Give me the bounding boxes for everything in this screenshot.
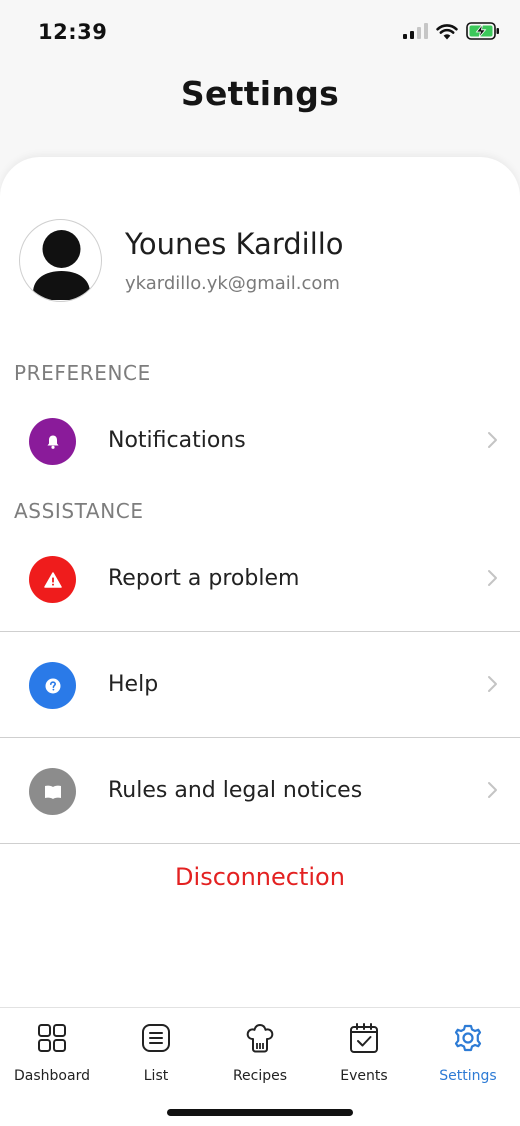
page-title: Settings <box>180 74 340 113</box>
status-bar: 12:39 <box>0 0 520 64</box>
question-icon <box>29 662 76 709</box>
divider <box>0 631 520 632</box>
tab-label: List <box>143 1068 169 1084</box>
tab-list[interactable]: List <box>104 1008 208 1098</box>
tab-recipes[interactable]: Recipes <box>208 1008 312 1098</box>
chevron-right-icon <box>488 570 497 586</box>
tab-label: Recipes <box>232 1068 288 1084</box>
settings-row-report-problem[interactable]: Report a problem <box>0 528 520 632</box>
help-label: Help <box>108 672 159 697</box>
status-time: 12:39 <box>38 20 108 44</box>
profile-email: ykardillo.yk@gmail.com <box>125 273 340 294</box>
chevron-right-icon <box>488 676 497 692</box>
settings-card: Younes Kardillo ykardillo.yk@gmail.com P… <box>0 157 520 1007</box>
disconnect-button[interactable]: Disconnection <box>0 863 520 891</box>
section-header-preference: PREFERENCE <box>14 361 151 385</box>
bell-icon <box>29 418 76 465</box>
tab-settings[interactable]: Settings <box>416 1008 520 1098</box>
settings-row-notifications[interactable]: Notifications <box>0 390 520 494</box>
divider <box>0 843 520 844</box>
tab-label: Dashboard <box>14 1068 90 1084</box>
section-header-assistance: ASSISTANCE <box>14 499 144 523</box>
battery-charging-icon <box>466 22 499 40</box>
user-silhouette-icon <box>33 230 90 300</box>
settings-screen: 12:39 Settings Younes Kardillo ykardillo… <box>0 0 520 1126</box>
chevron-right-icon <box>488 782 497 798</box>
cellular-signal-icon <box>403 23 428 39</box>
status-icons <box>403 22 500 40</box>
profile-header[interactable]: Younes Kardillo ykardillo.yk@gmail.com <box>19 217 499 303</box>
chevron-right-icon <box>488 432 497 448</box>
wifi-icon <box>436 23 458 39</box>
tab-dashboard[interactable]: Dashboard <box>0 1008 104 1098</box>
home-indicator <box>167 1109 353 1116</box>
tab-events[interactable]: Events <box>312 1008 416 1098</box>
tab-label: Settings <box>439 1068 497 1084</box>
settings-row-rules-legal[interactable]: Rules and legal notices <box>0 740 520 844</box>
divider <box>0 737 520 738</box>
book-icon <box>29 768 76 815</box>
settings-row-help[interactable]: Help <box>0 634 520 738</box>
list-icon <box>142 1024 170 1052</box>
warning-icon <box>29 556 76 603</box>
calendar-check-icon <box>350 1023 378 1053</box>
profile-name: Younes Kardillo <box>125 227 344 261</box>
report-problem-label: Report a problem <box>108 566 300 591</box>
avatar <box>19 219 102 302</box>
tab-label: Events <box>340 1068 388 1084</box>
notifications-label: Notifications <box>108 428 246 453</box>
tab-bar: Dashboard List Recipes Events Settings <box>0 1007 520 1126</box>
gear-icon <box>454 1024 482 1052</box>
grid-icon <box>38 1024 66 1052</box>
chef-hat-icon <box>246 1024 274 1053</box>
rules-legal-label: Rules and legal notices <box>108 778 363 803</box>
